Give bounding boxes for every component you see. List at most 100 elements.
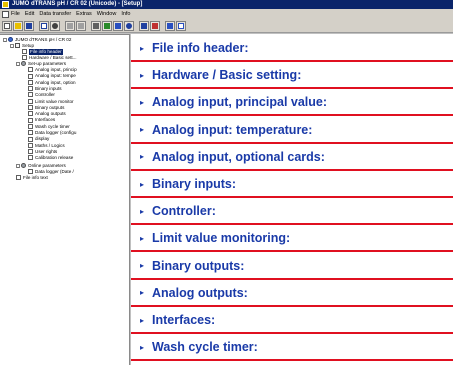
save-button[interactable]	[24, 20, 34, 31]
device-icon	[8, 37, 13, 43]
setup-tree-view: - JUMO dTRANS pH / CR 02 - Setup File in…	[0, 34, 130, 365]
tree-node-file-info-header[interactable]: File info header	[22, 49, 63, 55]
tree-node-hardware[interactable]: Hardware / Basic sett...	[22, 55, 77, 61]
back-button[interactable]	[65, 20, 75, 31]
binoculars-icon	[52, 22, 58, 29]
tree-node-setup-item[interactable]: Wash cycle timer	[28, 124, 70, 130]
tree-label: File info header	[29, 49, 63, 55]
menu-extras[interactable]: Extras	[76, 9, 92, 19]
tree-node-setup-item[interactable]: Analog outputs	[28, 111, 66, 117]
tree-label: Limit value monitor	[35, 98, 74, 104]
help-icon	[167, 22, 173, 29]
tree-node-setup-item[interactable]: Data logger (configu	[28, 130, 76, 136]
tree-node-setup-item[interactable]: User rights	[28, 149, 57, 155]
help-button[interactable]	[165, 20, 175, 31]
find-button[interactable]	[50, 20, 60, 31]
tree-node-setup-item[interactable]: Analog input, option	[28, 80, 76, 86]
tree-node-setup-item[interactable]: Binary inputs	[28, 86, 62, 92]
section-title: Hardware / Basic setting:	[152, 68, 302, 83]
arrow-right-icon: ▸	[140, 152, 145, 162]
open-file-button[interactable]	[13, 20, 23, 31]
checklist-icon	[28, 73, 33, 79]
transfer-from-device-button[interactable]	[113, 20, 123, 31]
tree-node-setup-item[interactable]: Binary outputs	[28, 105, 64, 111]
menu-data-transfer[interactable]: Data transfer	[39, 9, 71, 19]
section-title: Wash cycle timer:	[152, 340, 258, 355]
tree-label: Data logger (Date /	[35, 169, 74, 174]
section-title: Binary outputs:	[152, 258, 245, 273]
tree-node-setup-item[interactable]: Controller	[28, 92, 55, 98]
tree-node-setup-item[interactable]: Maths / Logics	[28, 143, 65, 149]
connect-button[interactable]	[124, 20, 134, 31]
application-window: JUMO dTRANS pH / CR 02 (Unicode) - [Setu…	[0, 0, 453, 365]
section-header[interactable]: ▸ Limit value monitoring:	[131, 226, 453, 253]
tree-node-file-info-text[interactable]: File info text	[16, 175, 48, 181]
toolbar	[0, 19, 453, 33]
checklist-icon	[28, 67, 33, 73]
tree-node-online-parameters[interactable]: - Online parameters	[16, 163, 66, 169]
window-layout-button[interactable]	[176, 20, 186, 31]
menu-info[interactable]: Info	[121, 9, 130, 19]
section-header[interactable]: ▸ Analog input, optional cards:	[131, 145, 453, 171]
tree-node-setup-parameters[interactable]: - Set-up parameters	[16, 61, 66, 67]
section-header[interactable]: ▸ Binary inputs:	[131, 172, 453, 198]
tree-label: Analog input: tempe	[35, 73, 76, 79]
tree-node-setup-item[interactable]: display	[28, 136, 49, 142]
checklist-icon	[28, 105, 33, 111]
options-icon	[141, 22, 147, 29]
section-header[interactable]: ▸ Hardware / Basic setting:	[131, 63, 453, 90]
tools-button[interactable]	[91, 20, 101, 31]
collapse-icon[interactable]: -	[10, 43, 14, 48]
options-button[interactable]	[139, 20, 149, 31]
setup-overview-panel: ▸ File info header: ▸ Hardware / Basic sett…	[131, 34, 453, 365]
section-header[interactable]: ▸ Analog input, principal value:	[131, 90, 453, 117]
print-preview-button[interactable]	[39, 20, 49, 31]
document-icon[interactable]	[2, 10, 9, 18]
connect-icon	[126, 22, 132, 29]
checklist-icon	[28, 86, 33, 92]
menu-edit[interactable]: Edit	[25, 9, 34, 19]
tree-node-root[interactable]: - JUMO dTRANS pH / CR 02	[3, 37, 71, 43]
section-header[interactable]: ▸ Wash cycle timer:	[131, 335, 453, 362]
section-header[interactable]: ▸ Analog outputs:	[131, 281, 453, 307]
menu-window[interactable]: Window	[97, 9, 117, 19]
tree-label: Binary inputs	[35, 85, 62, 91]
collapse-icon[interactable]: -	[3, 37, 7, 42]
tree-label: Analog input, princip	[35, 67, 77, 72]
arrow-right-icon: ▸	[140, 206, 145, 216]
title-bar: JUMO dTRANS pH / CR 02 (Unicode) - [Setu…	[0, 0, 453, 9]
tree-node-setup-item[interactable]: Analog input, princip	[28, 67, 77, 73]
section-header[interactable]: ▸ Analog input: temperature:	[131, 118, 453, 144]
section-header[interactable]: ▸ File info header:	[131, 36, 453, 62]
tree-node-setup-item[interactable]: Limit value monitor	[28, 99, 74, 105]
section-title: Analog input, principal value:	[152, 95, 328, 110]
transfer-to-device-button[interactable]	[102, 20, 112, 31]
section-header[interactable]: ▸ Interfaces:	[131, 308, 453, 334]
tree-node-setup-item[interactable]: Interfaces	[28, 117, 55, 123]
collapse-icon[interactable]: -	[16, 163, 20, 168]
tree-label: Analog outputs	[35, 111, 66, 117]
forward-button[interactable]	[76, 20, 86, 31]
tree-node-data-logger-date[interactable]: Data logger (Date /	[28, 169, 74, 175]
tree-node-setup-item[interactable]: Calibration release	[28, 155, 73, 161]
arrow-right-icon: ▸	[140, 97, 145, 107]
tree-label: Analog input, option	[35, 79, 76, 85]
info-button[interactable]	[150, 20, 160, 31]
section-header[interactable]: ▸ Controller:	[131, 199, 453, 226]
tree-node-setup-item[interactable]: Analog input: tempe	[28, 73, 76, 79]
tree-node-setup[interactable]: - Setup	[10, 43, 34, 49]
arrow-left-icon	[67, 22, 73, 29]
transfer-from-icon	[115, 22, 121, 29]
menu-file[interactable]: File	[11, 9, 20, 19]
collapse-icon[interactable]: -	[16, 61, 20, 66]
section-title: Limit value monitoring:	[152, 231, 291, 246]
new-file-button[interactable]	[2, 20, 12, 31]
checklist-icon	[28, 169, 33, 175]
gears-icon	[21, 61, 26, 67]
checklist-icon	[28, 136, 33, 142]
tree-label: Calibration release	[35, 155, 74, 161]
tree-label: Online parameters	[28, 163, 66, 168]
section-title: File info header:	[152, 41, 249, 55]
tree-label: Controller	[35, 92, 55, 98]
section-header[interactable]: ▸ Binary outputs:	[131, 254, 453, 280]
